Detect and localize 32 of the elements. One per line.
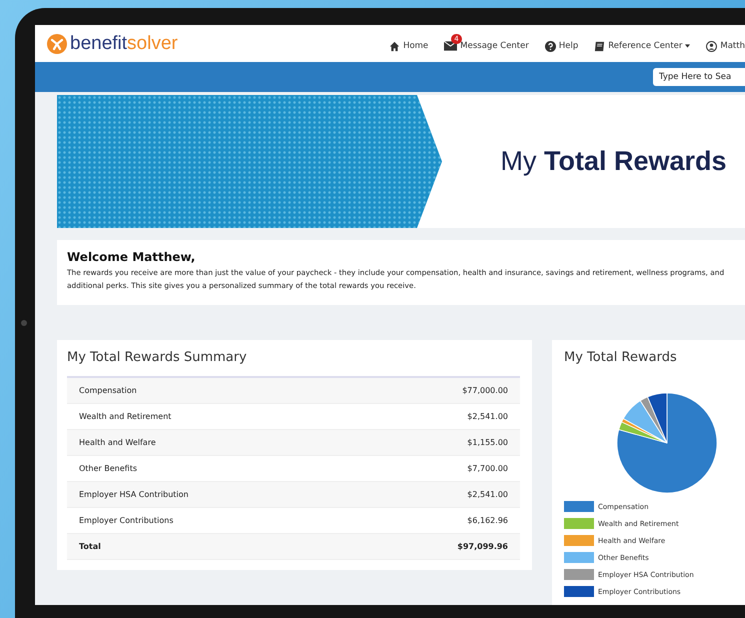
help-icon xyxy=(544,40,556,52)
caret-icon xyxy=(685,44,690,48)
table-cell: $97,099.96 xyxy=(457,542,508,551)
banner-title: My Total Rewards xyxy=(499,146,728,177)
table-cell: Wealth and Retirement xyxy=(79,412,172,421)
card-title: My Total Rewards xyxy=(564,350,678,365)
envelope-icon xyxy=(444,41,458,51)
logo-icon xyxy=(47,34,67,54)
nav-link[interactable]: Reference Center xyxy=(594,32,690,54)
table-cell: $2,541.00 xyxy=(467,490,508,499)
table-cell: $6,162.96 xyxy=(467,516,508,525)
nav-link[interactable]: Matth xyxy=(706,32,745,54)
table-cell: $7,700.00 xyxy=(467,464,508,473)
table-cell: Employer HSA Contribution xyxy=(79,490,188,499)
table-cell: Health and Welfare xyxy=(79,438,156,447)
table-cell: Compensation xyxy=(79,386,137,395)
table-cell: Other Benefits xyxy=(79,464,138,473)
table-cell: $2,541.00 xyxy=(467,412,508,421)
book-icon xyxy=(594,40,606,52)
user-icon xyxy=(706,40,718,52)
logo-text[interactable]: benefitsolver xyxy=(70,32,178,54)
table-cell: Employer Contributions xyxy=(79,516,174,525)
table-cell: $77,000.00 xyxy=(462,386,508,395)
search-field[interactable]: Type Here to Sea xyxy=(653,68,745,86)
home-icon xyxy=(389,40,400,52)
nav-link[interactable]: Help xyxy=(544,32,578,54)
card-title: My Total Rewards Summary xyxy=(67,350,248,365)
welcome-heading: Welcome Matthew, xyxy=(67,250,196,264)
table-cell: Total xyxy=(79,542,101,551)
camera-dot xyxy=(21,320,27,326)
nav-link[interactable]: Home xyxy=(389,32,428,54)
table-cell: $1,155.00 xyxy=(467,438,508,447)
